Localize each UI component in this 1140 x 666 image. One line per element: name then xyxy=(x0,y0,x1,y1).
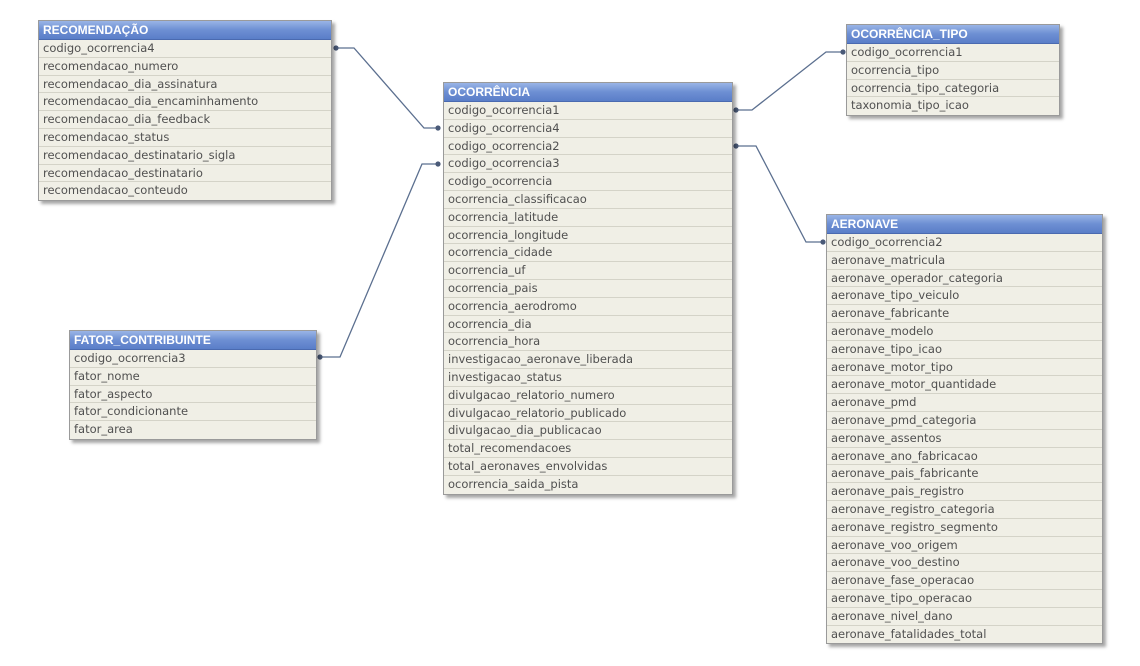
field-row[interactable]: divulgacao_relatorio_publicado xyxy=(444,405,732,423)
table-ocorrencia-tipo[interactable]: OCORRÊNCIA_TIPO codigo_ocorrencia1 ocorre… xyxy=(846,24,1060,117)
field-row[interactable]: fator_nome xyxy=(70,368,316,386)
field-row[interactable]: aeronave_nivel_dano xyxy=(827,608,1102,626)
link-endpoint-dot xyxy=(333,45,339,51)
field-row[interactable]: aeronave_operador_categoria xyxy=(827,270,1102,288)
field-row[interactable]: codigo_ocorrencia1 xyxy=(847,44,1059,62)
field-row[interactable]: investigacao_status xyxy=(444,369,732,387)
field-row[interactable]: aeronave_registro_categoria xyxy=(827,501,1102,519)
field-row[interactable]: aeronave_pmd xyxy=(827,394,1102,412)
field-row[interactable]: aeronave_fatalidades_total xyxy=(827,626,1102,644)
link-endpoint-dot xyxy=(317,354,323,360)
table-title[interactable]: OCORRÊNCIA xyxy=(444,83,732,102)
table-fator-contribuinte[interactable]: FATOR_CONTRIBUINTE codigo_ocorrencia3 fat… xyxy=(69,330,317,440)
field-row[interactable]: recomendacao_numero xyxy=(39,58,331,76)
field-row[interactable]: ocorrencia_pais xyxy=(444,280,732,298)
field-row[interactable]: fator_condicionante xyxy=(70,403,316,422)
field-row[interactable]: codigo_ocorrencia4 xyxy=(39,40,331,58)
field-row[interactable]: total_recomendacoes xyxy=(444,440,732,458)
field-row[interactable]: aeronave_fabricante xyxy=(827,305,1102,323)
field-row[interactable]: codigo_ocorrencia1 xyxy=(444,102,732,120)
field-row[interactable]: aeronave_registro_segmento xyxy=(827,519,1102,537)
field-row[interactable]: aeronave_tipo_operacao xyxy=(827,590,1102,608)
field-list: codigo_ocorrencia1 codigo_ocorrencia4 codi… xyxy=(444,102,732,494)
link-fator-contribuinte-ocorrencia xyxy=(320,163,438,358)
link-recomendacao-ocorrencia xyxy=(336,47,438,129)
field-row[interactable]: ocorrencia_aerodromo xyxy=(444,298,732,316)
field-row[interactable]: fator_aspecto xyxy=(70,386,316,404)
link-endpoint-dot xyxy=(733,143,739,149)
field-row[interactable]: total_aeronaves_envolvidas xyxy=(444,458,732,476)
table-ocorrencia[interactable]: OCORRÊNCIA codigo_ocorrencia1 codigo_ocor… xyxy=(443,82,733,495)
field-list: codigo_ocorrencia3 fator_nome fator_aspect… xyxy=(70,350,316,439)
field-row[interactable]: ocorrencia_dia xyxy=(444,316,732,334)
field-row[interactable]: recomendacao_status xyxy=(39,129,331,147)
link-endpoint-dot xyxy=(435,125,441,131)
link-ocorrencia-ocorrencia-tipo xyxy=(736,51,843,111)
table-title[interactable]: RECOMENDAÇÃO xyxy=(39,21,331,40)
field-row[interactable]: aeronave_pmd_categoria xyxy=(827,412,1102,430)
field-list: codigo_ocorrencia1 ocorrencia_tipo ocorren… xyxy=(847,44,1059,115)
field-row[interactable]: codigo_ocorrencia2 xyxy=(444,138,732,156)
field-row[interactable]: codigo_ocorrencia2 xyxy=(827,234,1102,252)
field-row[interactable]: aeronave_tipo_veiculo xyxy=(827,287,1102,306)
link-endpoint-dot xyxy=(820,239,826,245)
table-title[interactable]: AERONAVE xyxy=(827,215,1102,234)
field-row[interactable]: ocorrencia_longitude xyxy=(444,227,732,245)
field-list: codigo_ocorrencia4 recomendacao_numero rec… xyxy=(39,40,331,200)
field-row[interactable]: aeronave_fase_operacao xyxy=(827,572,1102,590)
field-row[interactable]: aeronave_pais_fabricante xyxy=(827,465,1102,484)
table-title[interactable]: FATOR_CONTRIBUINTE xyxy=(70,331,316,350)
field-row[interactable]: aeronave_ano_fabricacao xyxy=(827,448,1102,466)
field-row[interactable]: ocorrencia_cidade xyxy=(444,244,732,263)
field-row[interactable]: aeronave_matricula xyxy=(827,252,1102,270)
field-row[interactable]: aeronave_modelo xyxy=(827,323,1102,341)
field-row[interactable]: aeronave_motor_quantidade xyxy=(827,376,1102,395)
field-row[interactable]: codigo_ocorrencia xyxy=(444,173,732,191)
link-endpoint-dot xyxy=(733,107,739,113)
field-row[interactable]: divulgacao_relatorio_numero xyxy=(444,387,732,405)
field-row[interactable]: divulgacao_dia_publicacao xyxy=(444,422,732,441)
field-row[interactable]: ocorrencia_saida_pista xyxy=(444,476,732,494)
table-recomendacao[interactable]: RECOMENDAÇÃO codigo_ocorrencia4 recomenda… xyxy=(38,20,332,202)
field-row[interactable]: recomendacao_destinatario xyxy=(39,165,331,183)
field-row[interactable]: recomendacao_conteudo xyxy=(39,182,331,200)
field-row[interactable]: investigacao_aeronave_liberada xyxy=(444,351,732,369)
field-row[interactable]: ocorrencia_tipo_categoria xyxy=(847,80,1059,98)
field-row[interactable]: codigo_ocorrencia3 xyxy=(444,155,732,174)
field-row[interactable]: recomendacao_dia_feedback xyxy=(39,111,331,129)
table-aeronave[interactable]: AERONAVE codigo_ocorrencia2 aeronave_matr… xyxy=(826,214,1103,645)
link-endpoint-dot xyxy=(840,49,846,55)
field-row[interactable]: recomendacao_dia_assinatura xyxy=(39,76,331,94)
link-ocorrencia-aeronave xyxy=(736,145,823,243)
field-row[interactable]: fator_area xyxy=(70,421,316,439)
field-row[interactable]: ocorrencia_tipo xyxy=(847,62,1059,80)
field-row[interactable]: recomendacao_destinatario_sigla xyxy=(39,147,331,165)
field-row[interactable]: aeronave_motor_tipo xyxy=(827,359,1102,377)
field-row[interactable]: ocorrencia_uf xyxy=(444,262,732,280)
table-title[interactable]: OCORRÊNCIA_TIPO xyxy=(847,25,1059,44)
field-row[interactable]: ocorrencia_classificacao xyxy=(444,191,732,209)
field-row[interactable]: recomendacao_dia_encaminhamento xyxy=(39,93,331,112)
field-list: codigo_ocorrencia2 aeronave_matricula aero… xyxy=(827,234,1102,643)
field-row[interactable]: aeronave_tipo_icao xyxy=(827,341,1102,359)
field-row[interactable]: aeronave_voo_destino xyxy=(827,554,1102,573)
link-endpoint-dot xyxy=(435,161,441,167)
field-row[interactable]: aeronave_pais_registro xyxy=(827,483,1102,501)
field-row[interactable]: ocorrencia_hora xyxy=(444,333,732,352)
field-row[interactable]: codigo_ocorrencia4 xyxy=(444,120,732,138)
field-row[interactable]: aeronave_assentos xyxy=(827,430,1102,448)
field-row[interactable]: aeronave_voo_origem xyxy=(827,537,1102,555)
field-row[interactable]: codigo_ocorrencia3 xyxy=(70,350,316,368)
field-row[interactable]: taxonomia_tipo_icao xyxy=(847,97,1059,115)
field-row[interactable]: ocorrencia_latitude xyxy=(444,209,732,227)
